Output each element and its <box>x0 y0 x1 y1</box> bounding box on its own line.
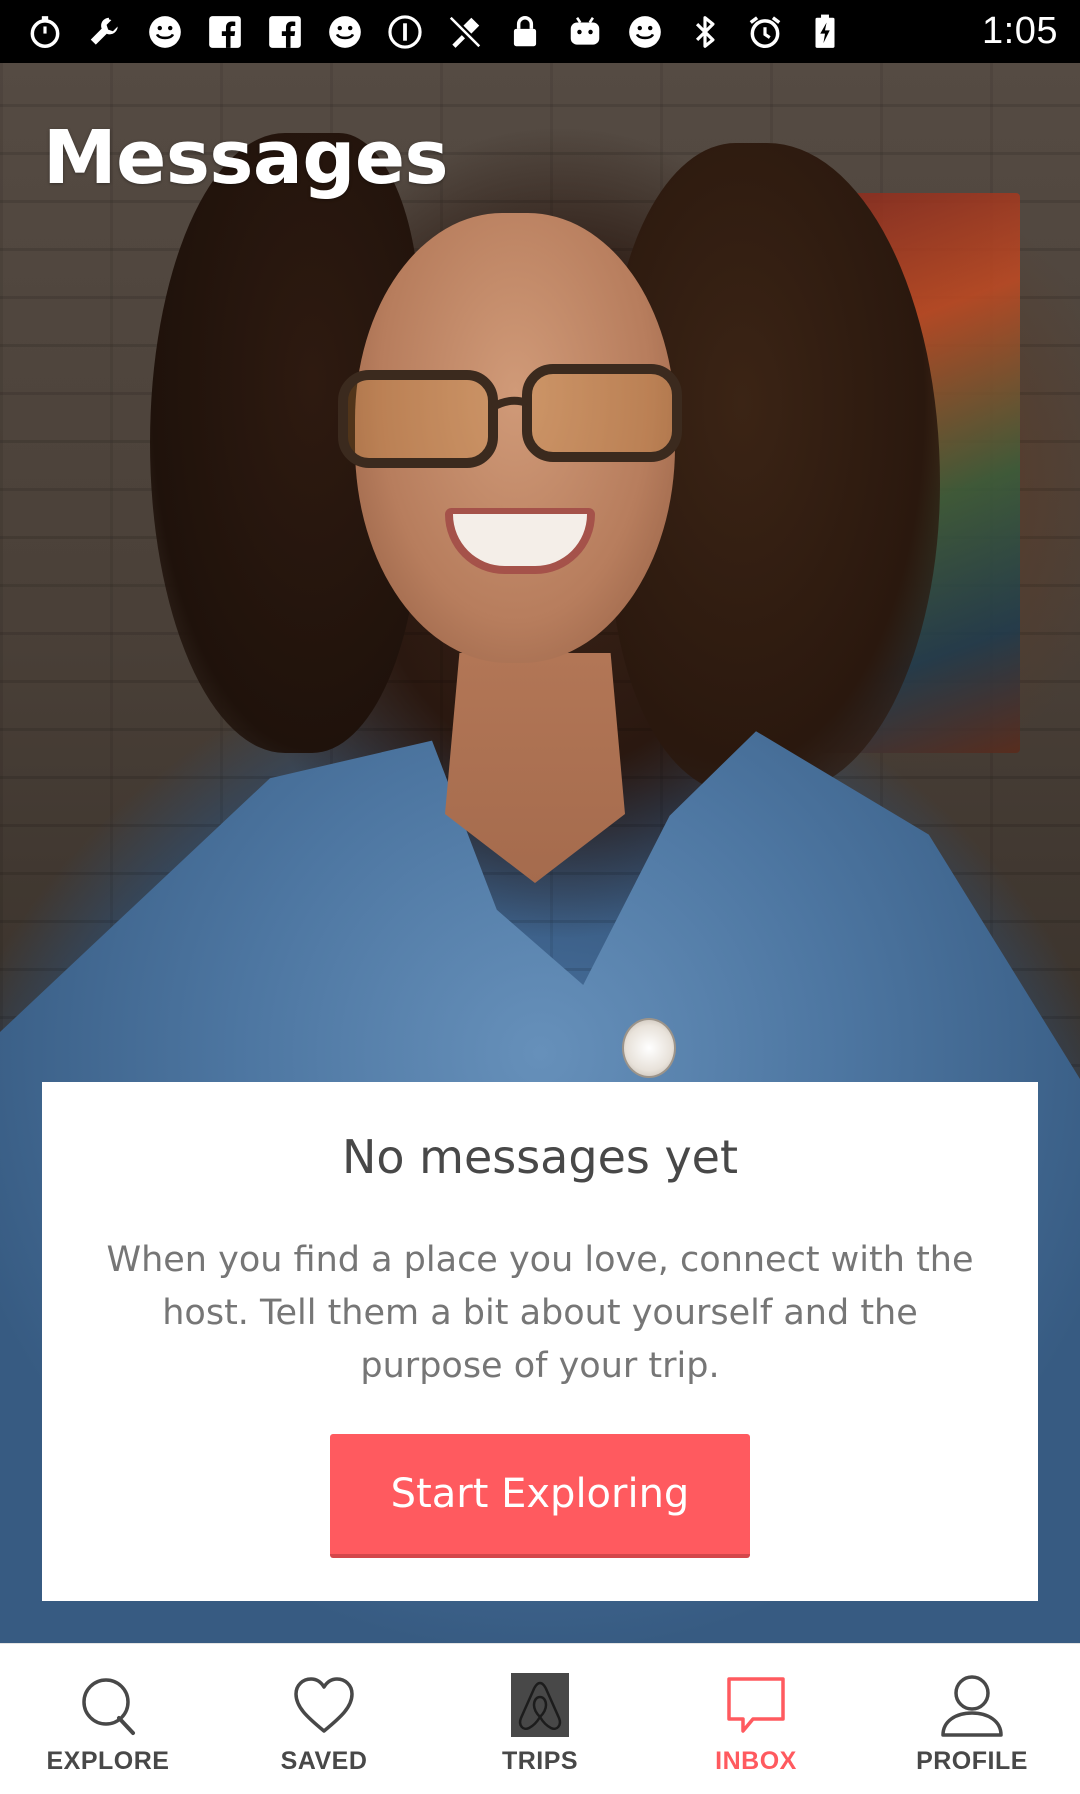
nav-label-inbox: INBOX <box>715 1747 797 1775</box>
nav-item-profile[interactable]: PROFILE <box>864 1644 1080 1794</box>
facebook-icon <box>206 13 244 51</box>
lock-icon <box>506 13 544 51</box>
smiley-icon <box>626 13 664 51</box>
stopwatch-icon <box>26 13 64 51</box>
info-circle-icon <box>386 13 424 51</box>
page-title: Messages <box>43 115 449 201</box>
nav-label-saved: SAVED <box>280 1747 368 1775</box>
search-icon <box>72 1673 144 1739</box>
battery-charging-icon <box>806 13 844 51</box>
person-icon <box>936 1673 1008 1739</box>
smiley-icon <box>326 13 364 51</box>
nav-label-explore: EXPLORE <box>46 1747 170 1775</box>
nav-item-explore[interactable]: EXPLORE <box>0 1644 216 1794</box>
status-time: 1:05 <box>982 10 1058 52</box>
fake-gps-icon <box>446 13 484 51</box>
chat-bubble-icon <box>720 1673 792 1739</box>
start-exploring-button[interactable]: Start Exploring <box>330 1434 750 1558</box>
wrench-icon <box>86 13 124 51</box>
facebook-icon <box>266 13 304 51</box>
status-icons <box>26 13 844 51</box>
empty-state-body: When you find a place you love, connect … <box>106 1240 974 1386</box>
empty-state-title: No messages yet <box>341 1130 739 1184</box>
nav-label-profile: PROFILE <box>916 1747 1028 1775</box>
empty-state-card: No messages yet When you find a place yo… <box>42 1082 1038 1601</box>
nav-item-inbox[interactable]: INBOX <box>648 1644 864 1794</box>
status-bar: 1:05 <box>0 0 1080 63</box>
android-icon <box>566 13 604 51</box>
airbnb-logo-icon <box>504 1673 576 1739</box>
smiley-icon <box>146 13 184 51</box>
nav-item-trips[interactable]: TRIPS <box>432 1644 648 1794</box>
bluetooth-icon <box>686 13 724 51</box>
nav-item-saved[interactable]: SAVED <box>216 1644 432 1794</box>
bottom-nav: EXPLORE SAVED TRIPS INBOX PROFILE <box>0 1643 1080 1794</box>
alarm-icon <box>746 13 784 51</box>
nav-label-trips: TRIPS <box>501 1747 579 1775</box>
heart-icon <box>288 1673 360 1739</box>
